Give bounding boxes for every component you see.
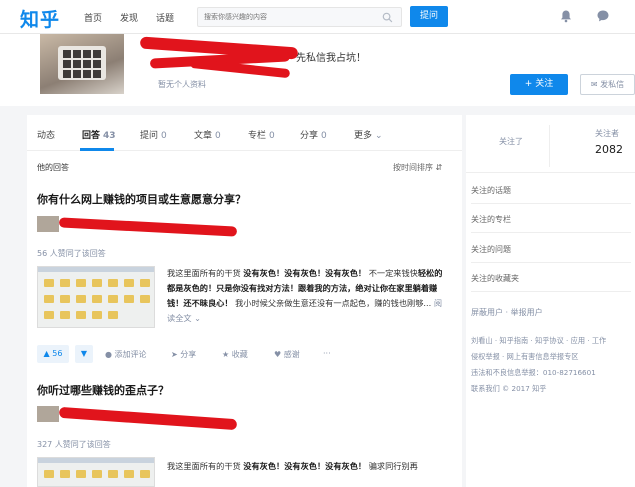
answer-likes: 327 人赞同了该回答 (37, 440, 111, 449)
tab-more[interactable]: 更多 ⌄ (354, 128, 383, 141)
divider (466, 172, 635, 173)
footer-report[interactable]: 侵权举报 · 网上有害信息举报专区 (471, 352, 578, 362)
top-nav: 知乎 首页 发现 话题 提问 (0, 0, 635, 34)
share-icon: ➤ (171, 350, 181, 359)
profile-tabs: 动态 回答 43 提问 0 文章 0 专栏 0 分享 0 更多 ⌄ (27, 115, 462, 151)
send-message-button[interactable]: ✉ 发私信 (580, 74, 635, 95)
search-icon[interactable] (382, 12, 393, 23)
divider (471, 203, 631, 204)
answer-thumbnail[interactable] (37, 266, 155, 328)
tab-shares[interactable]: 分享 0 (300, 128, 327, 141)
zhihu-logo[interactable]: 知乎 (20, 5, 60, 32)
followers-label[interactable]: 关注者 (595, 128, 619, 139)
profile-bio: 先私信我占坑！ (296, 53, 366, 64)
send-message-label: 发私信 (600, 80, 625, 89)
tab-activity[interactable]: 动态 (37, 128, 55, 141)
search-box (197, 7, 402, 27)
answer-excerpt[interactable]: 我这里面所有的干货 没有灰色！没有灰色！没有灰色！ 不一定来钱快轻松的都是灰色的… (167, 266, 450, 326)
collect-button[interactable]: ★ 收藏 (222, 349, 248, 360)
redaction-scribble (58, 406, 238, 431)
answer-author-avatar[interactable] (37, 216, 59, 232)
add-comment-button[interactable]: ● 添加评论 (105, 349, 147, 360)
redaction-scribble (58, 217, 238, 237)
search-input[interactable] (198, 8, 373, 26)
profile-sidebar: 关注了 关注者 2082 关注的话题 关注的专栏 关注的问题 关注的收藏夹 屏蔽… (466, 115, 635, 487)
follow-button[interactable]: + 关注 (510, 74, 568, 95)
answers-header-title: 他的回答 (37, 163, 69, 172)
answer-thumbnail[interactable] (37, 457, 155, 487)
answer-author-avatar[interactable] (37, 406, 59, 422)
profile-no-info: 暂无个人资料 (158, 80, 206, 89)
chat-icon: ✉ (590, 80, 601, 89)
question-title[interactable]: 你有什么网上赚钱的项目或生意愿意分享？ (37, 191, 246, 207)
question-title[interactable]: 你听过哪些赚钱的歪点子？ (37, 382, 169, 398)
sidebar-link-collections[interactable]: 关注的收藏夹 (471, 273, 519, 284)
share-button[interactable]: ➤ 分享 (171, 349, 196, 360)
profile-avatar[interactable] (40, 34, 124, 94)
tab-questions[interactable]: 提问 0 (140, 128, 167, 141)
footer-copyright: 联系我们 © 2017 知乎 (471, 384, 547, 393)
block-report-links[interactable]: 屏蔽用户 · 举报用户 (471, 307, 543, 318)
footer-links[interactable]: 刘看山 · 知乎指南 · 知乎协议 · 应用 · 工作 (471, 336, 606, 346)
upvote-icon: ▲ (43, 349, 50, 358)
downvote-icon: ▼ (80, 349, 88, 358)
answer-actions: ▲ 56 ▼ ● 添加评论 ➤ 分享 ★ 收藏 ♥ 感谢 ··· (37, 345, 457, 365)
downvote-button[interactable]: ▼ (75, 345, 93, 363)
active-tab-indicator (80, 148, 114, 151)
divider (471, 291, 631, 292)
followers-count[interactable]: 2082 (595, 143, 623, 156)
nav-topics[interactable]: 话题 (156, 11, 174, 24)
message-bubble-icon[interactable] (596, 9, 610, 23)
notification-bell-icon[interactable] (559, 9, 573, 23)
answer-likes: 56 人赞同了该回答 (37, 249, 106, 258)
chevron-down-icon: ⌄ (191, 313, 202, 323)
divider (471, 232, 631, 233)
tab-answers[interactable]: 回答 43 (82, 128, 116, 141)
upvote-button[interactable]: ▲ 56 (37, 345, 69, 363)
chevron-down-icon: ⌄ (375, 131, 383, 141)
divider (471, 262, 631, 263)
more-options-button[interactable]: ··· (323, 349, 331, 358)
comment-icon: ● (105, 350, 115, 359)
answer-excerpt[interactable]: 我这里面所有的干货 没有灰色！没有灰色！没有灰色！ 骗求同行别再 (167, 459, 450, 474)
ask-button[interactable]: 提问 (410, 6, 448, 27)
star-icon: ★ (222, 350, 232, 359)
sort-toggle[interactable]: 按时间排序 ⇵ (393, 162, 442, 173)
footer-hotline: 违法和不良信息举报：010-82716601 (471, 368, 596, 377)
tab-articles[interactable]: 文章 0 (194, 128, 221, 141)
main-content: 动态 回答 43 提问 0 文章 0 专栏 0 分享 0 更多 ⌄ 他的回答 按时间排序 ⇵… (27, 115, 462, 487)
sidebar-link-columns[interactable]: 关注的专栏 (471, 214, 511, 225)
tab-columns[interactable]: 专栏 0 (248, 128, 275, 141)
sidebar-link-questions[interactable]: 关注的问题 (471, 244, 511, 255)
nav-explore[interactable]: 发现 (120, 11, 138, 24)
sidebar-link-topics[interactable]: 关注的话题 (471, 185, 511, 196)
nav-home[interactable]: 首页 (84, 11, 102, 24)
divider (549, 125, 550, 167)
sort-icon: ⇵ (435, 163, 443, 172)
heart-icon: ♥ (274, 350, 284, 359)
thanks-button[interactable]: ♥ 感谢 (274, 349, 300, 360)
following-stat[interactable]: 关注了 (499, 136, 523, 147)
